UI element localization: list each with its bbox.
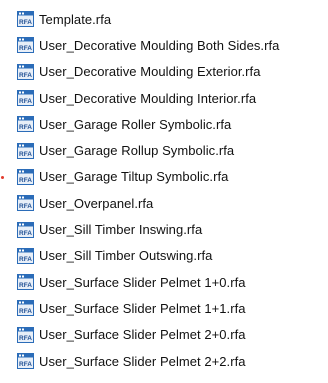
file-item[interactable]: RFA User_Sill Timber Inswing.rfa xyxy=(17,216,325,242)
svg-text:RFA: RFA xyxy=(19,72,32,79)
file-item[interactable]: RFA User_Sill Timber Outswing.rfa xyxy=(17,243,325,269)
svg-text:RFA: RFA xyxy=(19,256,32,263)
rfa-family-file-icon: RFA xyxy=(17,274,34,291)
svg-text:RFA: RFA xyxy=(19,177,32,184)
rfa-family-file-icon: RFA xyxy=(17,221,34,238)
file-item[interactable]: RFA User_Surface Slider Pelmet 1+1.rfa xyxy=(17,295,325,321)
file-item[interactable]: RFA User_Overpanel.rfa xyxy=(17,190,325,216)
svg-text:RFA: RFA xyxy=(19,335,32,342)
svg-text:RFA: RFA xyxy=(19,230,32,237)
file-label: User_Surface Slider Pelmet 2+0.rfa xyxy=(39,327,246,343)
svg-text:RFA: RFA xyxy=(19,124,32,131)
file-label: User_Decorative Moulding Both Sides.rfa xyxy=(39,37,280,53)
file-item[interactable]: RFA User_Surface Slider Pelmet 1+0.rfa xyxy=(17,269,325,295)
file-label: User_Overpanel.rfa xyxy=(39,195,154,211)
svg-text:RFA: RFA xyxy=(19,282,32,289)
file-item[interactable]: RFA User_Garage Rollup Symbolic.rfa xyxy=(17,137,325,163)
file-label: User_Sill Timber Inswing.rfa xyxy=(39,222,203,238)
file-label: User_Surface Slider Pelmet 2+2.rfa xyxy=(39,353,246,369)
rfa-family-file-icon: RFA xyxy=(17,353,34,369)
svg-text:RFA: RFA xyxy=(19,151,32,158)
rfa-family-file-icon: RFA xyxy=(17,142,34,159)
file-list: RFA Template.rfa RFA User_Decorative Mou… xyxy=(17,6,325,374)
file-label: User_Garage Tiltup Symbolic.rfa xyxy=(39,169,229,185)
svg-text:RFA: RFA xyxy=(19,361,32,368)
svg-text:RFA: RFA xyxy=(19,308,32,315)
file-label: User_Garage Rollup Symbolic.rfa xyxy=(39,143,235,159)
file-item[interactable]: RFA User_Garage Roller Symbolic.rfa xyxy=(17,111,325,137)
file-label: User_Sill Timber Outswing.rfa xyxy=(39,248,213,264)
file-item[interactable]: RFA Template.rfa xyxy=(17,6,325,32)
file-label: User_Decorative Moulding Interior.rfa xyxy=(39,90,257,106)
file-item[interactable]: RFA User_Decorative Moulding Exterior.rf… xyxy=(17,59,325,85)
file-browser: { "icon": { "name": "rfa-family-file-ico… xyxy=(0,0,328,383)
file-item[interactable]: RFA User_Surface Slider Pelmet 2+0.rfa xyxy=(17,322,325,348)
rfa-family-file-icon: RFA xyxy=(17,90,34,107)
rfa-family-file-icon: RFA xyxy=(17,326,34,343)
rfa-family-file-icon: RFA xyxy=(17,247,34,264)
rfa-family-file-icon: RFA xyxy=(17,11,34,28)
file-label: Template.rfa xyxy=(39,11,112,27)
file-label: User_Decorative Moulding Exterior.rfa xyxy=(39,64,261,80)
rfa-family-file-icon: RFA xyxy=(17,195,34,212)
file-item[interactable]: RFA User_Surface Slider Pelmet 2+2.rfa xyxy=(17,348,325,374)
svg-text:RFA: RFA xyxy=(19,45,32,52)
rfa-family-file-icon: RFA xyxy=(17,63,34,80)
svg-text:RFA: RFA xyxy=(19,98,32,105)
rfa-family-file-icon: RFA xyxy=(17,37,34,54)
rfa-family-file-icon: RFA xyxy=(17,168,34,185)
svg-text:RFA: RFA xyxy=(19,19,32,26)
file-item[interactable]: RFA User_Garage Tiltup Symbolic.rfa xyxy=(17,164,325,190)
selection-marker xyxy=(1,176,4,179)
file-item[interactable]: RFA User_Decorative Moulding Interior.rf… xyxy=(17,85,325,111)
svg-text:RFA: RFA xyxy=(19,203,32,210)
rfa-family-file-icon: RFA xyxy=(17,300,34,317)
file-label: User_Surface Slider Pelmet 1+1.rfa xyxy=(39,300,246,316)
file-label: User_Garage Roller Symbolic.rfa xyxy=(39,116,232,132)
file-item[interactable]: RFA User_Decorative Moulding Both Sides.… xyxy=(17,32,325,58)
rfa-family-file-icon: RFA xyxy=(17,116,34,133)
file-label: User_Surface Slider Pelmet 1+0.rfa xyxy=(39,274,246,290)
